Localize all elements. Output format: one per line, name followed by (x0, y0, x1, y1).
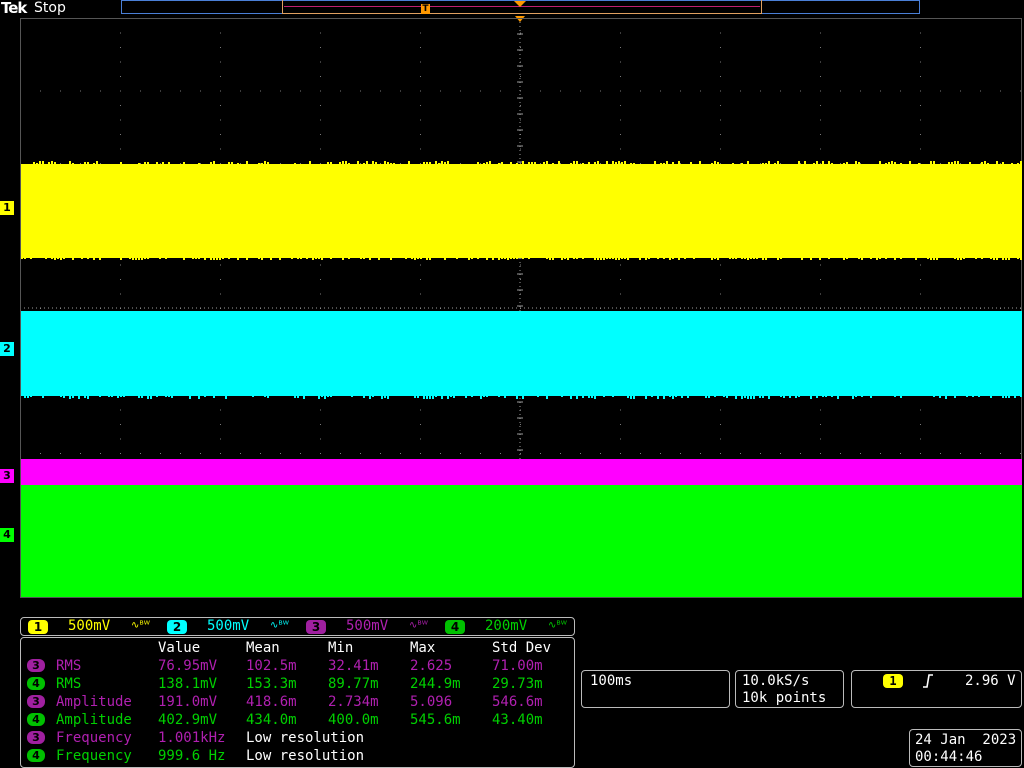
ch4-trace (21, 485, 1022, 597)
meas-row-mean: 418.6m (246, 694, 297, 710)
trigger-level: 2.96 V (965, 673, 1016, 689)
ch4-badge[interactable]: 4 (445, 620, 465, 634)
meas-row-name: RMS (56, 676, 82, 692)
ch1-bandwidth-limit-icon: ∿ᴮᵂ (131, 620, 150, 631)
meas-row-value: 1.001kHz (158, 730, 226, 746)
ch3-scale[interactable]: 500mV (346, 618, 388, 634)
ch4-bandwidth-limit-icon: ∿ᴮᵂ (548, 620, 567, 631)
record-length: 10k points (742, 690, 827, 706)
meas-row-channel-badge: 4 (27, 749, 45, 762)
meas-row-note: Low resolution (246, 748, 365, 764)
rising-edge-icon (923, 674, 933, 688)
meas-row-value: 402.9mV (158, 712, 218, 728)
time: 00:44:46 (915, 749, 983, 765)
meas-row-name: Amplitude (56, 712, 132, 728)
meas-row-std: 546.6m (492, 694, 543, 710)
ch2-scale[interactable]: 500mV (207, 618, 249, 634)
ch4-ground-marker[interactable]: 4 (0, 528, 14, 542)
timebase-box[interactable]: 100ms (581, 670, 730, 708)
meas-row-max: 545.6m (410, 712, 461, 728)
meas-row-min: 2.734m (328, 694, 379, 710)
meas-row-channel-badge: 3 (27, 731, 45, 744)
ch1-ground-marker[interactable]: 1 (0, 201, 14, 215)
meas-row-max: 5.096 (410, 694, 453, 710)
meas-row-channel-badge: 3 (27, 695, 45, 708)
ch3-bandwidth-limit-icon: ∿ᴮᵂ (409, 620, 428, 631)
meas-row-name: RMS (56, 658, 82, 674)
meas-row-value: 999.6 Hz (158, 748, 226, 764)
meas-row-mean: 102.5m (246, 658, 297, 674)
trace-noise (21, 161, 1022, 399)
ch4-scale[interactable]: 200mV (485, 618, 527, 634)
sample-rate: 10.0kS/s (742, 673, 810, 689)
meas-row-min: 32.41m (328, 658, 379, 674)
ch3-trace (21, 459, 1022, 485)
trigger-position-arrow-icon (514, 1, 526, 7)
meas-row-name: Amplitude (56, 694, 132, 710)
meas-header-std-dev: Std Dev (492, 640, 552, 656)
meas-row-name: Frequency (56, 730, 132, 746)
meas-row-value: 76.95mV (158, 658, 218, 674)
meas-row-std: 29.73m (492, 676, 543, 692)
meas-row-max: 2.625 (410, 658, 453, 674)
ch2-badge[interactable]: 2 (167, 620, 187, 634)
meas-row-note: Low resolution (246, 730, 365, 746)
meas-row-mean: 434.0m (246, 712, 297, 728)
meas-header-value: Value (158, 640, 201, 656)
meas-row-channel-badge: 4 (27, 713, 45, 726)
meas-row-name: Frequency (56, 748, 132, 764)
meas-row-channel-badge: 4 (27, 677, 45, 690)
meas-row-min: 400.0m (328, 712, 379, 728)
trigger-source-badge: 1 (883, 674, 903, 688)
ch3-ground-marker[interactable]: 3 (0, 469, 14, 483)
meas-row-mean: 153.3m (246, 676, 297, 692)
trigger-box[interactable]: 1 2.96 V (851, 670, 1022, 708)
run-state[interactable]: Stop (34, 0, 66, 16)
meas-row-value: 191.0mV (158, 694, 218, 710)
meas-header-max: Max (410, 640, 436, 656)
brand-logo: Tek (1, 0, 27, 17)
meas-row-max: 244.9m (410, 676, 461, 692)
ch2-bandwidth-limit-icon: ∿ᴮᵂ (270, 620, 289, 631)
meas-row-channel-badge: 3 (27, 659, 45, 672)
ch1-badge[interactable]: 1 (28, 620, 48, 634)
datetime-box: 24 Jan 2023 00:44:46 (909, 729, 1022, 767)
ch1-scale[interactable]: 500mV (68, 618, 110, 634)
timebase-scale: 100ms (590, 673, 633, 689)
meas-row-min: 89.77m (328, 676, 379, 692)
ch2-ground-marker[interactable]: 2 (0, 342, 14, 356)
meas-header-min: Min (328, 640, 354, 656)
meas-row-std: 43.40m (492, 712, 543, 728)
meas-header-mean: Mean (246, 640, 280, 656)
acquisition-box[interactable]: 10.0kS/s 10k points (735, 670, 844, 708)
date: 24 Jan 2023 (915, 732, 1017, 748)
ch3-badge[interactable]: 3 (306, 620, 326, 634)
meas-row-value: 138.1mV (158, 676, 218, 692)
trigger-position-marker: T (421, 4, 430, 14)
meas-row-std: 71.00m (492, 658, 543, 674)
